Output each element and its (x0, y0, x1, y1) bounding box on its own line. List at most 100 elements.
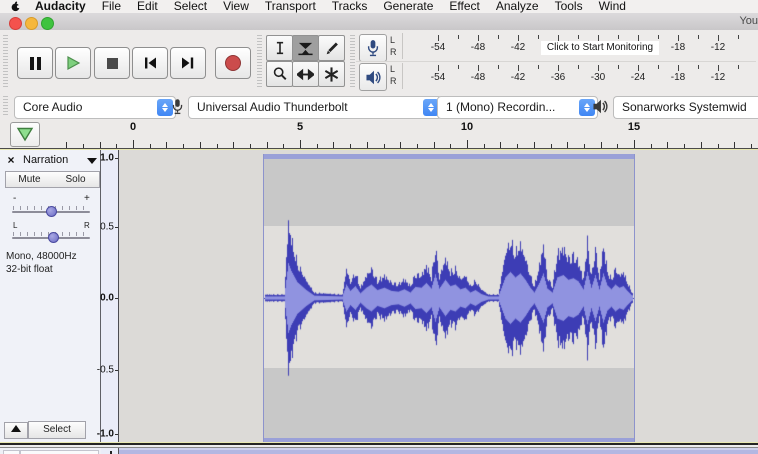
vruler-tick (115, 434, 118, 435)
track-title-menu[interactable]: Narration (20, 153, 100, 168)
track-2-clip-edge[interactable] (119, 448, 758, 454)
play-button[interactable] (55, 47, 91, 79)
playback-meter-scale[interactable]: -54-48-42-36-30-24-18-12 (420, 62, 758, 90)
meter-tick (438, 35, 439, 41)
menu-item-effect[interactable]: Effect (441, 0, 487, 13)
zoom-window-button[interactable] (41, 17, 54, 30)
ruler-label-15: 15 (628, 121, 640, 133)
meter-toolbar-grip[interactable] (350, 35, 355, 88)
recording-meter-button[interactable] (359, 34, 387, 62)
meter-tick (718, 65, 719, 71)
meter-tick (678, 65, 679, 71)
track-2-partial[interactable] (0, 447, 758, 454)
record-meter-left-label: L (390, 36, 395, 45)
recording-device-mic-icon (171, 97, 184, 116)
zoom-tool-button[interactable] (266, 61, 293, 87)
stop-button[interactable] (94, 47, 130, 79)
click-to-start-monitoring[interactable]: Click to Start Monitoring (541, 41, 659, 55)
tools-toolbar-grip[interactable] (257, 35, 262, 88)
track-close-icon[interactable]: × (4, 154, 18, 167)
solo-button[interactable]: Solo (52, 171, 100, 188)
collapse-track-button[interactable] (4, 422, 28, 439)
playback-device-value: Sonarworks Systemwid (622, 100, 747, 114)
menu-item-generate[interactable]: Generate (375, 0, 441, 13)
menu-item-select[interactable]: Select (166, 0, 215, 13)
ruler-label-5: 5 (297, 121, 303, 133)
menu-item-audacity[interactable]: Audacity (27, 0, 94, 13)
draw-tool-button[interactable] (318, 35, 345, 61)
meter-tick (518, 35, 519, 41)
meter-tick (438, 65, 439, 71)
meter-scale-label: -42 (511, 72, 525, 83)
menu-item-view[interactable]: View (215, 0, 257, 13)
track-select-button[interactable]: Select (28, 421, 86, 439)
menu-item-wind[interactable]: Wind (591, 0, 634, 13)
apple-menu-icon[interactable] (10, 1, 21, 12)
close-window-button[interactable] (9, 17, 22, 30)
ruler-label-0: 0 (130, 121, 136, 133)
pinned-play-head-button[interactable] (10, 122, 40, 147)
meter-scale-label: -30 (591, 72, 605, 83)
meter-scale-label: -12 (711, 42, 725, 53)
toolbar-strip: L R -54-48-42-36-30-24-18-12Click to Sta… (0, 30, 758, 94)
vertical-ruler[interactable]: 1.00.50.0-0.5-1.0 (101, 150, 119, 442)
mute-button[interactable]: Mute (5, 171, 54, 188)
menu-item-analyze[interactable]: Analyze (488, 0, 547, 13)
multi-tool-button[interactable] (318, 61, 345, 87)
skip-to-end-button[interactable] (170, 47, 206, 79)
track-2-vertical-ruler (101, 448, 119, 454)
waveform[interactable] (264, 154, 634, 444)
window-title: You (739, 15, 758, 27)
track-2-close-hint (3, 450, 20, 454)
gain-minus-label: - (13, 193, 16, 204)
minimize-window-button[interactable] (25, 17, 38, 30)
meter-minor-tick (538, 65, 539, 69)
audio-clip[interactable] (263, 154, 635, 444)
playback-device-speaker-icon (592, 99, 609, 114)
recording-device-select[interactable]: Universal Audio Thunderbolt (188, 96, 442, 119)
meter-minor-tick (698, 35, 699, 39)
ruler-tick (133, 140, 134, 148)
title-bar: You (0, 13, 758, 31)
transport-toolbar-grip[interactable] (3, 35, 8, 88)
gain-plus-label: + (84, 193, 90, 204)
device-toolbar: Core Audio Universal Audio Thunderbolt 1… (0, 93, 758, 121)
time-shift-tool-button[interactable] (292, 61, 319, 87)
playback-device-select[interactable]: Sonarworks Systemwid (613, 96, 758, 119)
timeline-ruler[interactable]: 051015 (0, 120, 758, 150)
play-meter-left-label: L (390, 65, 395, 74)
track-format-line1: Mono, 48000Hz (6, 251, 77, 262)
meter-minor-tick (658, 65, 659, 69)
menu-item-file[interactable]: File (94, 0, 129, 13)
playback-meter-button[interactable] (359, 63, 387, 91)
menu-item-edit[interactable]: Edit (129, 0, 166, 13)
pause-icon (30, 57, 41, 70)
menu-item-tools[interactable]: Tools (547, 0, 591, 13)
meter-minor-tick (738, 35, 739, 39)
skip-to-start-button[interactable] (132, 47, 168, 79)
meter-tick (478, 65, 479, 71)
envelope-tool-button[interactable] (292, 35, 319, 61)
chevron-down-icon (87, 158, 97, 164)
record-icon (225, 55, 241, 71)
audio-host-select[interactable]: Core Audio (14, 96, 176, 119)
device-toolbar-grip[interactable] (3, 96, 8, 117)
meter-tick (678, 35, 679, 41)
meter-minor-tick (578, 65, 579, 69)
selection-tool-button[interactable] (266, 35, 293, 61)
menu-item-tracks[interactable]: Tracks (324, 0, 376, 13)
gain-slider-thumb[interactable] (46, 206, 57, 217)
meter-tick (558, 65, 559, 71)
pan-slider-thumb[interactable] (48, 232, 59, 243)
recording-channels-select[interactable]: 1 (Mono) Recordin... (437, 96, 598, 119)
play-meter-right-label: R (390, 77, 397, 86)
pause-button[interactable] (17, 47, 53, 79)
record-button[interactable] (215, 47, 251, 79)
skip-to-start-icon (142, 55, 158, 71)
meter-divider (402, 63, 403, 89)
recording-meter-scale[interactable]: -54-48-42-36-30-24-18-12Click to Start M… (420, 32, 758, 60)
meter-scale-label: -54 (431, 72, 445, 83)
meter-scale-label: -24 (631, 72, 645, 83)
menu-item-transport[interactable]: Transport (257, 0, 324, 13)
meter-scale-label: -18 (671, 72, 685, 83)
